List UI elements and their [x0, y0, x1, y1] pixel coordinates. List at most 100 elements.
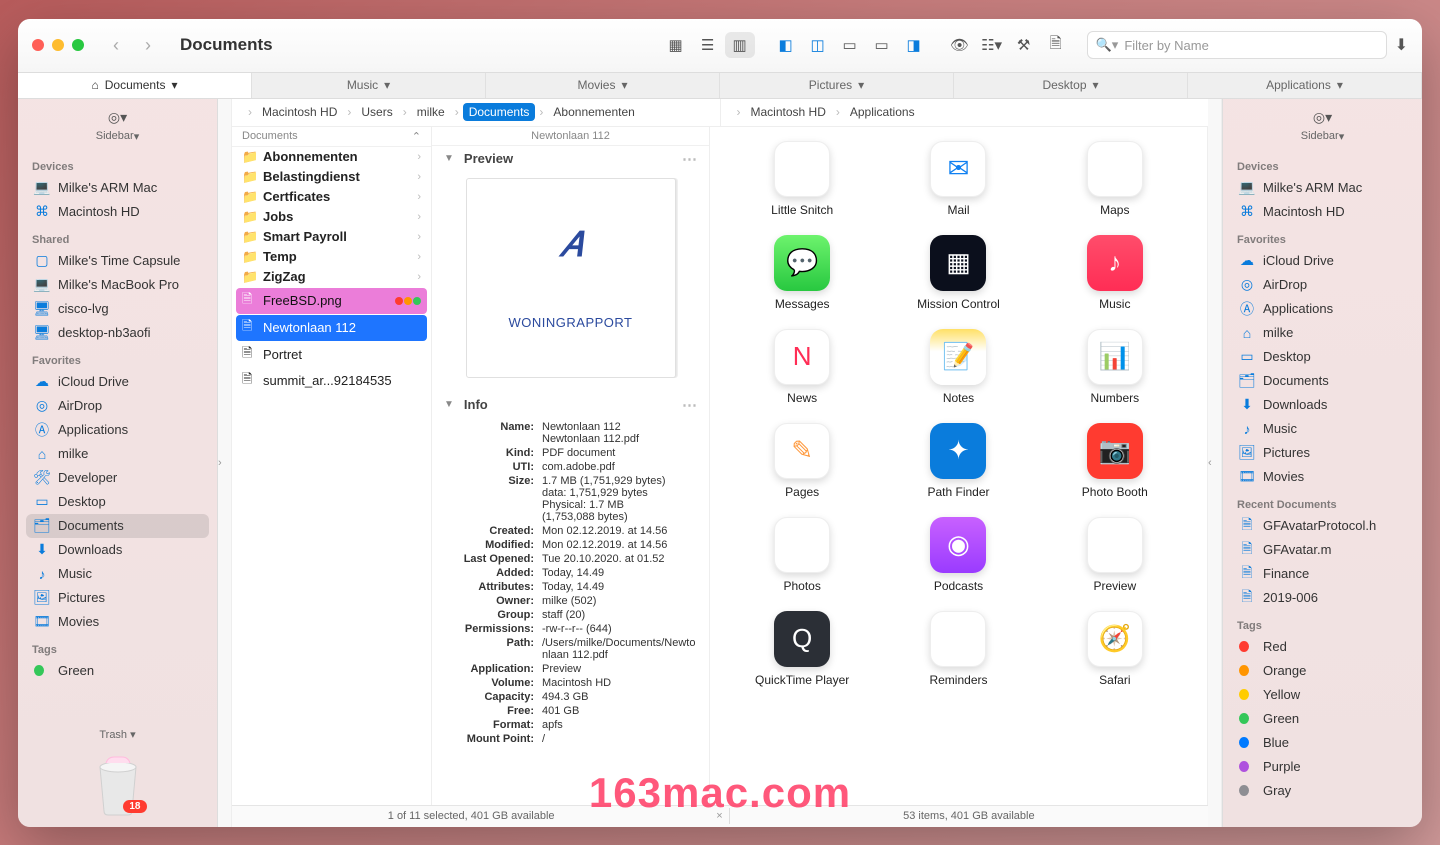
preview-section-title[interactable]: ▼Preview⋯: [444, 150, 697, 168]
downloads-icon[interactable]: ⬇: [1395, 35, 1408, 55]
sidebar-item[interactable]: 🖥cisco-lvg: [26, 297, 209, 321]
arrange-icon[interactable]: ☷▾: [977, 32, 1007, 58]
sidebar-item[interactable]: ▢Milke's Time Capsule: [26, 249, 209, 273]
file-row[interactable]: 📁Jobs›: [232, 207, 431, 227]
tab-documents[interactable]: ⌂Documents ▾: [18, 73, 252, 98]
info-section-title[interactable]: ▼Info⋯: [444, 396, 697, 414]
app-item[interactable]: ✿Photos: [728, 517, 876, 593]
sidebar-item[interactable]: ⬇Downloads: [26, 538, 209, 562]
sidebar-item[interactable]: ⌂milke: [26, 442, 209, 466]
sort-chevron-icon[interactable]: ⌃: [412, 130, 421, 143]
right-collapse-handle[interactable]: ‹: [1208, 99, 1222, 827]
app-item[interactable]: 📷Photo Booth: [1041, 423, 1189, 499]
file-row[interactable]: 📁Certficates›: [232, 187, 431, 207]
breadcrumb-item[interactable]: Users: [355, 103, 398, 121]
sidebar-item[interactable]: Orange: [1231, 659, 1414, 683]
trash-icon[interactable]: 18: [83, 747, 153, 817]
file-row[interactable]: 🗎summit_ar...92184535: [232, 368, 431, 394]
panel-layout-1[interactable]: ◧: [771, 32, 801, 58]
sidebar-item[interactable]: 🖼Pictures: [1231, 441, 1414, 465]
file-row[interactable]: 📁Temp›: [232, 247, 431, 267]
preview-thumbnail[interactable]: 𝐴 WONINGRAPPORT: [466, 178, 676, 378]
sidebar-item[interactable]: 🗎Finance: [1231, 562, 1414, 586]
more-icon[interactable]: ⋯: [682, 150, 697, 168]
file-row[interactable]: 🗎Portret: [232, 342, 431, 368]
disclosure-triangle-icon[interactable]: ▼: [444, 399, 454, 410]
list-view-button[interactable]: ☰: [693, 32, 723, 58]
tab-music[interactable]: Music ▾: [252, 73, 486, 98]
panel-layout-4[interactable]: ▭: [867, 32, 897, 58]
sidebar-item[interactable]: 🗎GFAvatarProtocol.h: [1231, 514, 1414, 538]
app-item[interactable]: ✦Path Finder: [884, 423, 1032, 499]
doc-icon[interactable]: 🗎: [1041, 32, 1071, 58]
app-item[interactable]: ⌖Maps: [1041, 141, 1189, 217]
back-button[interactable]: ‹: [102, 31, 130, 59]
app-item[interactable]: 📊Numbers: [1041, 329, 1189, 405]
sidebar-item[interactable]: ⌘Macintosh HD: [1231, 200, 1414, 224]
app-item[interactable]: 🧭Safari: [1041, 611, 1189, 687]
app-item[interactable]: ✉Mail: [884, 141, 1032, 217]
sidebar-item[interactable]: 🗎GFAvatar.m: [1231, 538, 1414, 562]
sidebar-item[interactable]: Green: [1231, 707, 1414, 731]
breadcrumb-item[interactable]: Applications: [844, 103, 921, 121]
app-item[interactable]: ☰Reminders: [884, 611, 1032, 687]
file-row[interactable]: 📁ZigZag›: [232, 267, 431, 287]
sidebar-item[interactable]: Yellow: [1231, 683, 1414, 707]
app-item[interactable]: ◎Little Snitch: [728, 141, 876, 217]
app-item[interactable]: 💬Messages: [728, 235, 876, 311]
sidebar-item[interactable]: ◎AirDrop: [1231, 273, 1414, 297]
sidebar-item[interactable]: 🗂Documents: [1231, 369, 1414, 393]
disclosure-triangle-icon[interactable]: ▼: [444, 153, 454, 164]
breadcrumb-item[interactable]: Macintosh HD: [256, 103, 343, 121]
sidebar-target-icon[interactable]: ◎▾: [26, 105, 209, 130]
sidebar-item[interactable]: ⌘Macintosh HD: [26, 200, 209, 224]
sidebar-item[interactable]: Red: [1231, 635, 1414, 659]
sidebar-item[interactable]: 🖼Pictures: [26, 586, 209, 610]
sidebar-item[interactable]: 🖥desktop-nb3aofi: [26, 321, 209, 345]
app-item[interactable]: QQuickTime Player: [728, 611, 876, 687]
close-button[interactable]: [32, 39, 44, 51]
sidebar-item[interactable]: Blue: [1231, 731, 1414, 755]
app-item[interactable]: 📝Notes: [884, 329, 1032, 405]
sidebar-item[interactable]: 🛠Developer: [26, 466, 209, 490]
icon-view-button[interactable]: ▦: [661, 32, 691, 58]
panel-layout-5[interactable]: ◨: [899, 32, 929, 58]
column-view-button[interactable]: ▥: [725, 32, 755, 58]
sidebar-item[interactable]: ⒶApplications: [1231, 297, 1414, 321]
sidebar-item[interactable]: 🎞Movies: [26, 610, 209, 634]
forward-button[interactable]: ›: [134, 31, 162, 59]
search-input[interactable]: 🔍▾ Filter by Name: [1087, 31, 1387, 59]
file-row[interactable]: 📁Abonnementen›: [232, 147, 431, 167]
minimize-button[interactable]: [52, 39, 64, 51]
sidebar-item[interactable]: Gray: [1231, 779, 1414, 803]
file-row[interactable]: 🗎Newtonlaan 112: [236, 315, 427, 341]
file-row[interactable]: 📁Belastingdienst›: [232, 167, 431, 187]
sidebar-item[interactable]: ♪Music: [26, 562, 209, 586]
panel-layout-3[interactable]: ▭: [835, 32, 865, 58]
breadcrumb-item[interactable]: Macintosh HD: [745, 103, 832, 121]
tab-movies[interactable]: Movies ▾: [486, 73, 720, 98]
breadcrumb-item[interactable]: milke: [411, 103, 451, 121]
breadcrumb-item[interactable]: Abonnementen: [547, 103, 640, 121]
panel-layout-2[interactable]: ◫: [803, 32, 833, 58]
preview-icon[interactable]: 👁: [945, 32, 975, 58]
app-item[interactable]: ◉Podcasts: [884, 517, 1032, 593]
trash-label[interactable]: Trash ▾: [26, 728, 209, 741]
sidebar-item[interactable]: ♪Music: [1231, 417, 1414, 441]
sidebar-item[interactable]: 💻Milke's ARM Mac: [26, 176, 209, 200]
app-item[interactable]: ♪Music: [1041, 235, 1189, 311]
sidebar-item[interactable]: Green: [26, 659, 209, 683]
sidebar-item[interactable]: 💻Milke's ARM Mac: [1231, 176, 1414, 200]
sidebar-target-icon[interactable]: ◎▾: [1231, 105, 1414, 130]
sidebar-item[interactable]: 🗂Documents: [26, 514, 209, 538]
maximize-button[interactable]: [72, 39, 84, 51]
app-item[interactable]: 🖼Preview: [1041, 517, 1189, 593]
tab-desktop[interactable]: Desktop ▾: [954, 73, 1188, 98]
sidebar-item[interactable]: ◎AirDrop: [26, 394, 209, 418]
sidebar-item[interactable]: ☁iCloud Drive: [26, 370, 209, 394]
breadcrumb-item[interactable]: Documents: [463, 103, 536, 121]
sidebar-item[interactable]: 🎞Movies: [1231, 465, 1414, 489]
sidebar-item[interactable]: ▭Desktop: [1231, 345, 1414, 369]
tab-applications[interactable]: Applications ▾: [1188, 73, 1422, 98]
app-item[interactable]: NNews: [728, 329, 876, 405]
